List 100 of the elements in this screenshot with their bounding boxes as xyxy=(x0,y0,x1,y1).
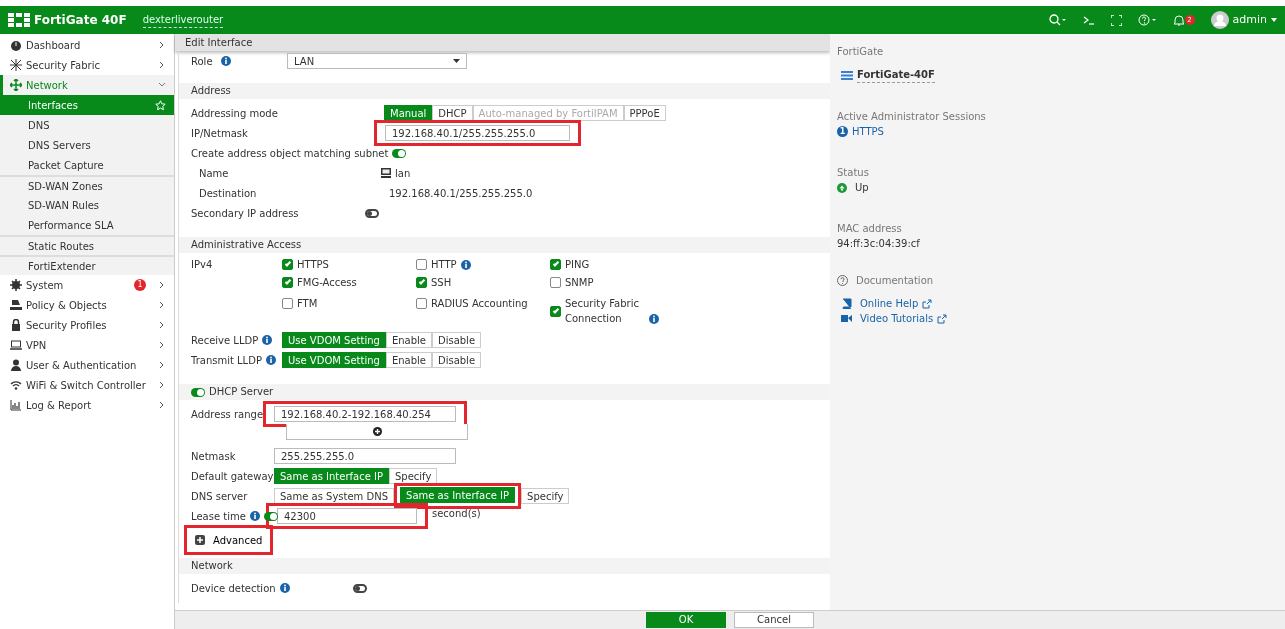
checkbox[interactable] xyxy=(282,259,293,270)
option-label: SNMP xyxy=(565,276,594,290)
sidebar-item[interactable]: SD-WAN Rules xyxy=(0,195,174,215)
checkbox[interactable] xyxy=(416,298,427,309)
segment-button[interactable]: Use VDOM Setting xyxy=(282,352,386,368)
text-field[interactable]: 192.168.40.1/255.255.255.0 xyxy=(385,125,570,141)
sidebar-item[interactable]: Dashboard xyxy=(0,35,174,55)
segment-button[interactable]: Enable xyxy=(385,332,432,348)
sidebar-item[interactable]: DNS Servers xyxy=(0,135,174,155)
text-field[interactable]: 255.255.255.0 xyxy=(274,448,456,464)
info-heading: Active Administrator Sessions xyxy=(837,110,987,124)
session-link[interactable]: HTTPS xyxy=(852,124,884,139)
info-heading: Documentation xyxy=(856,274,934,288)
checkbox[interactable] xyxy=(282,298,293,309)
sidebar-item[interactable]: Policy & Objects xyxy=(0,295,174,315)
chevron-right-icon xyxy=(158,381,166,389)
toggle-switch[interactable] xyxy=(392,148,407,158)
terminal-icon[interactable] xyxy=(1082,14,1095,26)
sidebar-item[interactable]: Network xyxy=(0,75,174,95)
chevron-right-icon xyxy=(158,341,166,349)
help-icon xyxy=(837,275,848,286)
option-label: Security Fabric Connection xyxy=(565,297,640,326)
info-icon xyxy=(265,355,276,365)
segment-button[interactable]: Same as Interface IP xyxy=(274,468,389,484)
option-label: SSH xyxy=(431,276,452,290)
segment-button[interactable]: Disable xyxy=(431,352,482,368)
role-dropdown[interactable]: LAN xyxy=(287,53,467,69)
field-label: Addressing mode xyxy=(191,106,279,121)
sidebar-item[interactable]: WiFi & Switch Controller xyxy=(0,375,174,395)
segment-button[interactable]: Same as System DNS xyxy=(274,488,395,504)
sidebar-item[interactable]: Security Fabric xyxy=(0,55,174,75)
cancel-button[interactable]: Cancel xyxy=(734,612,814,628)
avatar-icon xyxy=(1210,11,1229,29)
count-badge: 1 xyxy=(837,126,848,137)
star-icon[interactable] xyxy=(155,99,166,111)
checkbox[interactable] xyxy=(282,277,293,288)
field-label: Lease time xyxy=(191,509,246,524)
doc-link[interactable]: Video Tutorials xyxy=(860,311,934,326)
segment-button[interactable]: Disable xyxy=(431,332,482,348)
laptop-icon xyxy=(10,339,22,351)
external-link-icon[interactable] xyxy=(922,298,933,309)
field-label: Destination xyxy=(199,186,258,201)
device-link[interactable]: FortiGate-40F xyxy=(857,67,935,83)
add-icon[interactable] xyxy=(372,427,382,436)
mac-address: 94:ff:3c:04:39:cf xyxy=(837,237,921,251)
checkbox[interactable] xyxy=(550,305,561,317)
segment-button[interactable]: Same as Interface IP xyxy=(400,487,516,503)
field-label: IPv4 xyxy=(191,258,214,272)
bell-icon[interactable] xyxy=(1172,14,1185,26)
checkbox[interactable] xyxy=(550,277,561,288)
checkbox[interactable] xyxy=(416,259,427,270)
segment-button[interactable]: PPPoE xyxy=(623,105,666,121)
segment-button[interactable]: Specify xyxy=(521,488,570,504)
fullscreen-icon[interactable] xyxy=(1110,14,1122,26)
toggle-switch[interactable] xyxy=(353,583,367,593)
dashboard-icon xyxy=(10,39,22,51)
segment-button[interactable]: Use VDOM Setting xyxy=(282,332,386,348)
sidebar-item[interactable]: SD-WAN Zones xyxy=(0,175,174,195)
chevron-down-icon xyxy=(158,81,166,89)
user-menu[interactable]: admin xyxy=(1232,11,1267,29)
segment-button[interactable]: Enable xyxy=(385,352,432,368)
ok-button[interactable]: OK xyxy=(646,612,726,628)
section-header: DHCP Server xyxy=(209,385,274,399)
sidebar-item[interactable]: FortiExtender xyxy=(0,255,174,275)
external-link-icon[interactable] xyxy=(937,313,948,324)
sidebar-item[interactable]: Interfaces xyxy=(0,95,174,115)
gear-icon xyxy=(10,279,22,291)
segment-button[interactable]: DHCP xyxy=(432,105,473,121)
checkbox[interactable] xyxy=(550,259,561,270)
toggle-switch[interactable] xyxy=(191,387,205,397)
sidebar-item[interactable]: User & Authentication xyxy=(0,355,174,375)
address-icon xyxy=(381,168,391,178)
sidebar-item[interactable]: Security Profiles xyxy=(0,315,174,335)
field-label: IP/Netmask xyxy=(191,126,249,141)
search-icon[interactable] xyxy=(1048,14,1067,26)
advanced-toggle[interactable]: Advanced xyxy=(195,532,263,548)
field-label: Receive LLDP xyxy=(191,333,259,348)
info-heading: MAC address xyxy=(837,222,903,236)
expand-icon xyxy=(195,535,205,545)
text-field[interactable]: 192.168.40.2-192.168.40.254 xyxy=(274,406,456,422)
field-value: 192.168.40.1/255.255.255.0 xyxy=(389,186,533,201)
sidebar-item[interactable]: System 1 xyxy=(0,275,174,295)
sidebar-item[interactable]: Log & Report xyxy=(0,395,174,415)
segment-button[interactable]: Manual xyxy=(384,105,433,121)
fabric-icon xyxy=(10,59,22,71)
sidebar-item[interactable]: Performance SLA xyxy=(0,215,174,235)
toggle-switch[interactable] xyxy=(263,511,278,521)
help-icon[interactable] xyxy=(1137,14,1157,26)
toggle-switch[interactable] xyxy=(365,208,379,218)
text-field[interactable]: 42300 xyxy=(277,508,417,524)
checkbox[interactable] xyxy=(416,277,427,288)
sidebar-item[interactable]: VPN xyxy=(0,335,174,355)
doc-link[interactable]: Online Help xyxy=(860,296,919,311)
section-header: Network xyxy=(179,558,830,574)
product-name: FortiGate 40F xyxy=(34,12,127,29)
segment-button[interactable]: Specify xyxy=(389,468,438,484)
sidebar-item[interactable]: DNS xyxy=(0,115,174,135)
sidebar-item[interactable]: Packet Capture xyxy=(0,155,174,175)
sidebar-item[interactable]: Static Routes xyxy=(0,235,174,255)
hostname-link[interactable]: dexterliverouter xyxy=(142,12,224,28)
